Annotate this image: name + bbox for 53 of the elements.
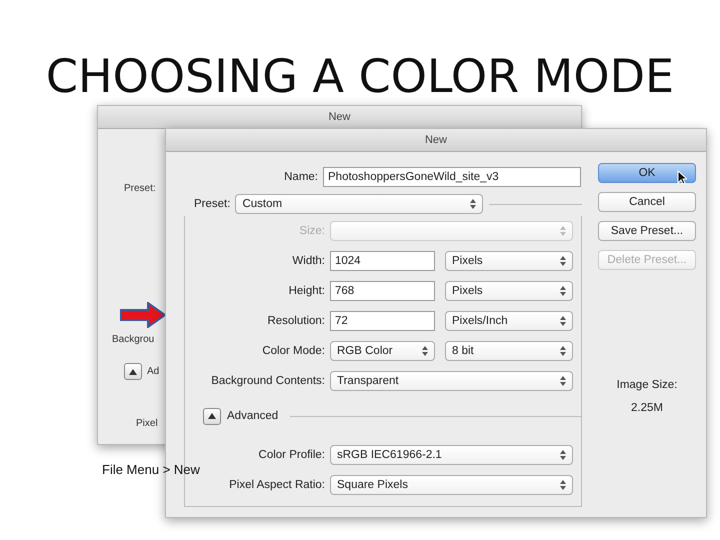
image-size-value: 2.25M	[630, 402, 664, 414]
slide-title: CHOOSING A COLOR MODE	[44, 48, 676, 104]
input-field[interactable]: 72	[330, 311, 435, 331]
updown-arrows-icon	[560, 226, 566, 236]
right-arrow-icon	[120, 302, 166, 328]
dropdown[interactable]: Pixels	[445, 281, 573, 301]
dropdown[interactable]: 8 bit	[445, 341, 573, 361]
dropdown[interactable]: Square Pixels	[330, 475, 573, 495]
updown-arrows-icon	[560, 450, 566, 460]
up-triangle-icon	[208, 413, 216, 419]
input-field[interactable]: 1024	[330, 251, 435, 271]
updown-arrows-icon	[560, 286, 566, 296]
updown-arrows-icon	[560, 256, 566, 266]
field-label: Pixel Aspect Ratio:	[228, 479, 326, 491]
mouse-pointer-icon	[677, 170, 687, 185]
dropdown[interactable]: sRGB IEC61966-2.1	[330, 445, 573, 465]
updown-arrows-icon	[560, 376, 566, 386]
dialog-button[interactable]: OK	[598, 163, 696, 183]
updown-arrows-icon	[560, 480, 566, 490]
dialog-button[interactable]: Save Preset...	[598, 221, 696, 241]
toggle-label: Ad	[147, 366, 160, 377]
dropdown[interactable]: RGB Color	[330, 341, 435, 361]
disclosure-button[interactable]	[203, 408, 221, 424]
dropdown[interactable]: Transparent	[330, 371, 573, 391]
field-label: Color Mode:	[261, 345, 326, 357]
window-title: New	[424, 134, 447, 146]
field-label: Size:	[298, 225, 326, 237]
field-label: Background Contents:	[210, 375, 326, 387]
field-label: Pixel	[136, 418, 158, 429]
dropdown[interactable]: Pixels/Inch	[445, 311, 573, 331]
image-size-label: Image Size:	[616, 379, 678, 391]
field-label: Width:	[291, 255, 326, 267]
slide-caption: File Menu > New	[102, 462, 200, 477]
field-label: Backgrou	[112, 334, 154, 345]
field-label: Name:	[283, 171, 319, 183]
input-field[interactable]: 768	[330, 281, 435, 301]
dialog-button[interactable]: Cancel	[598, 192, 696, 212]
field-label: Preset:	[124, 183, 156, 194]
field-label: Color Profile:	[258, 449, 326, 461]
input-field[interactable]: PhotoshoppersGoneWild_site_v3	[323, 167, 581, 187]
dropdown[interactable]: Pixels	[445, 251, 573, 271]
section-label: Advanced	[227, 410, 278, 422]
field-label: Height:	[288, 285, 326, 297]
dropdown[interactable]: Custom	[235, 194, 484, 214]
updown-arrows-icon	[560, 346, 566, 356]
updown-arrows-icon	[470, 199, 476, 209]
disclosure-button[interactable]	[124, 363, 142, 380]
field-label: Preset:	[193, 198, 232, 210]
window-title: New	[328, 111, 350, 123]
updown-arrows-icon	[422, 346, 428, 356]
up-triangle-icon	[129, 368, 137, 374]
field-label: Resolution:	[266, 315, 326, 327]
updown-arrows-icon	[560, 316, 566, 326]
